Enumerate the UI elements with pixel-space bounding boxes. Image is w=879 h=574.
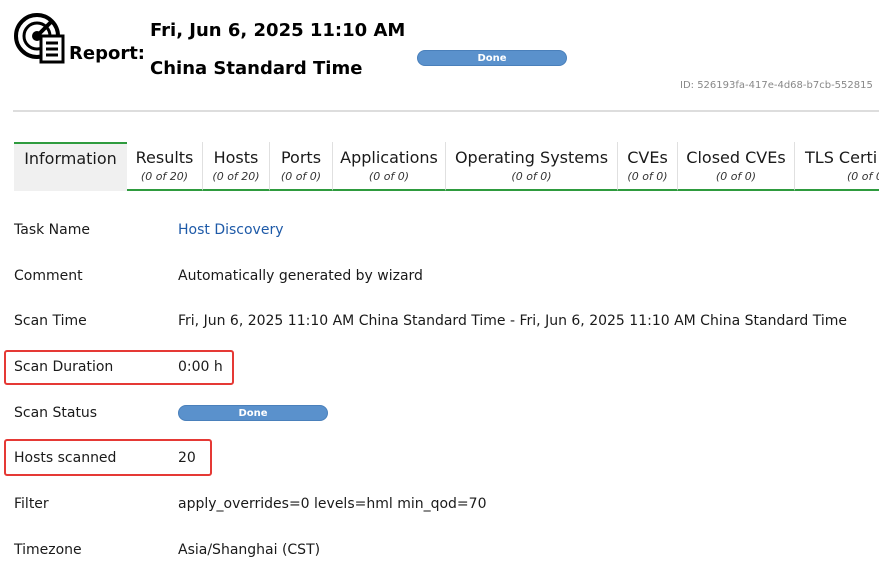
tab-label: TLS Certi bbox=[805, 148, 878, 167]
detail-value: Asia/Shanghai (CST) bbox=[178, 542, 321, 558]
tab-count: (0 of 20) bbox=[140, 170, 189, 183]
detail-label: Filter bbox=[14, 496, 49, 512]
tab-count: (0 of 0) bbox=[715, 170, 757, 183]
task-name-link[interactable]: Host Discovery bbox=[178, 220, 284, 240]
status-progress-bar: Done bbox=[417, 50, 567, 66]
tab-label: Results bbox=[135, 148, 194, 167]
tab-closed-cves[interactable]: Closed CVEs (0 of 0) bbox=[678, 142, 795, 191]
report-label: Report: bbox=[69, 43, 145, 64]
tab-applications[interactable]: Applications (0 of 0) bbox=[333, 142, 446, 191]
tab-count: (0 of 20) bbox=[212, 170, 260, 183]
header-divider bbox=[13, 110, 879, 112]
tab-information[interactable]: Information bbox=[14, 142, 127, 191]
highlight-scan-duration bbox=[4, 350, 234, 385]
detail-value: apply_overrides=0 levels=hml min_qod=70 bbox=[178, 496, 487, 512]
report-id: ID: 526193fa-417e-4d68-b7cb-552815 bbox=[680, 80, 873, 91]
tab-hosts[interactable]: Hosts (0 of 20) bbox=[203, 142, 270, 191]
report-datetime: Fri, Jun 6, 2025 11:10 AM bbox=[150, 20, 406, 41]
tab-count: (0 of 0) bbox=[627, 170, 668, 183]
tab-cves[interactable]: CVEs (0 of 0) bbox=[618, 142, 678, 191]
tab-operating-systems[interactable]: Operating Systems (0 of 0) bbox=[446, 142, 618, 191]
detail-label: Scan Status bbox=[14, 405, 98, 421]
tab-label: Hosts bbox=[213, 148, 259, 167]
tab-count: (0 of 0) bbox=[511, 170, 552, 183]
detail-label: Scan Time bbox=[14, 313, 87, 329]
detail-label: Task Name bbox=[14, 222, 90, 238]
detail-label: Timezone bbox=[14, 542, 82, 558]
tab-count: (0 of 0) bbox=[280, 170, 322, 183]
tab-label: Information bbox=[24, 149, 117, 168]
tab-tls-certificates[interactable]: TLS Certi (0 of 0 bbox=[795, 142, 879, 191]
tab-label: Closed CVEs bbox=[686, 148, 786, 167]
tab-count: (0 of 0) bbox=[368, 170, 410, 183]
tab-count: (0 of 0 bbox=[847, 170, 879, 183]
tab-label: Ports bbox=[280, 148, 322, 167]
highlight-hosts-scanned bbox=[4, 439, 212, 476]
report-radar-icon bbox=[14, 13, 65, 64]
tab-label: Applications bbox=[340, 148, 438, 167]
tab-results[interactable]: Results (0 of 20) bbox=[127, 142, 203, 191]
tab-label: CVEs bbox=[627, 148, 668, 167]
detail-value: Fri, Jun 6, 2025 11:10 AM China Standard… bbox=[178, 313, 848, 329]
detail-label: Comment bbox=[14, 268, 83, 284]
report-timezone: China Standard Time bbox=[150, 58, 363, 79]
scan-status-bar: Done bbox=[178, 405, 328, 421]
detail-value: Automatically generated by wizard bbox=[178, 268, 423, 284]
tab-label: Operating Systems bbox=[454, 148, 609, 167]
report-tabs: Information Results (0 of 20) Hosts (0 o… bbox=[14, 142, 879, 191]
tab-ports[interactable]: Ports (0 of 0) bbox=[270, 142, 333, 191]
